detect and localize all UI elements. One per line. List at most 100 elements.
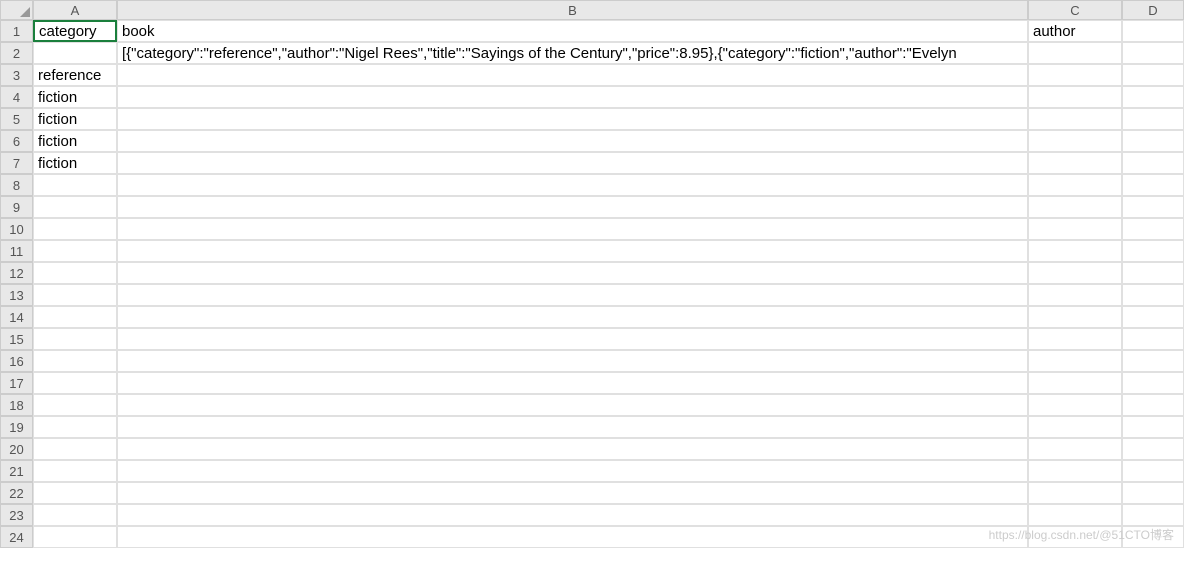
cell-d7[interactable] bbox=[1122, 152, 1184, 174]
cell-c16[interactable] bbox=[1028, 350, 1122, 372]
cell-a6[interactable]: fiction bbox=[33, 130, 117, 152]
cell-b3[interactable] bbox=[117, 64, 1028, 86]
cell-c7[interactable] bbox=[1028, 152, 1122, 174]
cell-c22[interactable] bbox=[1028, 482, 1122, 504]
cell-b2[interactable]: [{"category":"reference","author":"Nigel… bbox=[117, 42, 1028, 64]
cell-d2[interactable] bbox=[1122, 42, 1184, 64]
cell-d8[interactable] bbox=[1122, 174, 1184, 196]
cell-d4[interactable] bbox=[1122, 86, 1184, 108]
row-header-16[interactable]: 16 bbox=[0, 350, 33, 372]
cell-d3[interactable] bbox=[1122, 64, 1184, 86]
cell-b15[interactable] bbox=[117, 328, 1028, 350]
cell-b1[interactable]: book bbox=[117, 20, 1028, 42]
cell-c12[interactable] bbox=[1028, 262, 1122, 284]
cell-b16[interactable] bbox=[117, 350, 1028, 372]
cell-a2[interactable] bbox=[33, 42, 117, 64]
cell-a3[interactable]: reference bbox=[33, 64, 117, 86]
row-header-24[interactable]: 24 bbox=[0, 526, 33, 548]
cell-d5[interactable] bbox=[1122, 108, 1184, 130]
cell-d10[interactable] bbox=[1122, 218, 1184, 240]
cell-c24[interactable] bbox=[1028, 526, 1122, 548]
cell-b9[interactable] bbox=[117, 196, 1028, 218]
cell-d12[interactable] bbox=[1122, 262, 1184, 284]
cell-c21[interactable] bbox=[1028, 460, 1122, 482]
select-all-corner[interactable] bbox=[0, 0, 33, 20]
cell-c3[interactable] bbox=[1028, 64, 1122, 86]
cell-c8[interactable] bbox=[1028, 174, 1122, 196]
row-header-2[interactable]: 2 bbox=[0, 42, 33, 64]
cell-c2[interactable] bbox=[1028, 42, 1122, 64]
cell-a10[interactable] bbox=[33, 218, 117, 240]
cell-a16[interactable] bbox=[33, 350, 117, 372]
cell-a13[interactable] bbox=[33, 284, 117, 306]
cell-b20[interactable] bbox=[117, 438, 1028, 460]
row-header-4[interactable]: 4 bbox=[0, 86, 33, 108]
cell-c1[interactable]: author bbox=[1028, 20, 1122, 42]
row-header-11[interactable]: 11 bbox=[0, 240, 33, 262]
cell-d14[interactable] bbox=[1122, 306, 1184, 328]
cell-b24[interactable] bbox=[117, 526, 1028, 548]
column-header-d[interactable]: D bbox=[1122, 0, 1184, 20]
cell-a1[interactable]: category bbox=[33, 20, 117, 42]
cell-b8[interactable] bbox=[117, 174, 1028, 196]
cell-a18[interactable] bbox=[33, 394, 117, 416]
cell-a9[interactable] bbox=[33, 196, 117, 218]
cell-d1[interactable] bbox=[1122, 20, 1184, 42]
row-header-5[interactable]: 5 bbox=[0, 108, 33, 130]
row-header-6[interactable]: 6 bbox=[0, 130, 33, 152]
cell-a21[interactable] bbox=[33, 460, 117, 482]
cell-d18[interactable] bbox=[1122, 394, 1184, 416]
cell-b6[interactable] bbox=[117, 130, 1028, 152]
cell-c19[interactable] bbox=[1028, 416, 1122, 438]
row-header-3[interactable]: 3 bbox=[0, 64, 33, 86]
cell-a8[interactable] bbox=[33, 174, 117, 196]
cell-b18[interactable] bbox=[117, 394, 1028, 416]
cell-b21[interactable] bbox=[117, 460, 1028, 482]
cell-d22[interactable] bbox=[1122, 482, 1184, 504]
cell-d19[interactable] bbox=[1122, 416, 1184, 438]
column-header-a[interactable]: A bbox=[33, 0, 117, 20]
cell-d11[interactable] bbox=[1122, 240, 1184, 262]
cell-d24[interactable] bbox=[1122, 526, 1184, 548]
row-header-13[interactable]: 13 bbox=[0, 284, 33, 306]
cell-a14[interactable] bbox=[33, 306, 117, 328]
row-header-1[interactable]: 1 bbox=[0, 20, 33, 42]
row-header-14[interactable]: 14 bbox=[0, 306, 33, 328]
cell-c5[interactable] bbox=[1028, 108, 1122, 130]
row-header-8[interactable]: 8 bbox=[0, 174, 33, 196]
cell-b22[interactable] bbox=[117, 482, 1028, 504]
row-header-18[interactable]: 18 bbox=[0, 394, 33, 416]
cell-b19[interactable] bbox=[117, 416, 1028, 438]
column-header-c[interactable]: C bbox=[1028, 0, 1122, 20]
cell-b13[interactable] bbox=[117, 284, 1028, 306]
cell-d21[interactable] bbox=[1122, 460, 1184, 482]
cell-c11[interactable] bbox=[1028, 240, 1122, 262]
cell-a11[interactable] bbox=[33, 240, 117, 262]
cell-d13[interactable] bbox=[1122, 284, 1184, 306]
cell-a20[interactable] bbox=[33, 438, 117, 460]
cell-c23[interactable] bbox=[1028, 504, 1122, 526]
cell-b17[interactable] bbox=[117, 372, 1028, 394]
cell-c18[interactable] bbox=[1028, 394, 1122, 416]
cell-b14[interactable] bbox=[117, 306, 1028, 328]
cell-c4[interactable] bbox=[1028, 86, 1122, 108]
cell-c20[interactable] bbox=[1028, 438, 1122, 460]
row-header-21[interactable]: 21 bbox=[0, 460, 33, 482]
row-header-17[interactable]: 17 bbox=[0, 372, 33, 394]
cell-c13[interactable] bbox=[1028, 284, 1122, 306]
cell-d9[interactable] bbox=[1122, 196, 1184, 218]
cell-b7[interactable] bbox=[117, 152, 1028, 174]
cell-b4[interactable] bbox=[117, 86, 1028, 108]
row-header-20[interactable]: 20 bbox=[0, 438, 33, 460]
cell-b11[interactable] bbox=[117, 240, 1028, 262]
cell-c6[interactable] bbox=[1028, 130, 1122, 152]
cell-a23[interactable] bbox=[33, 504, 117, 526]
cell-c14[interactable] bbox=[1028, 306, 1122, 328]
cell-d15[interactable] bbox=[1122, 328, 1184, 350]
cell-a17[interactable] bbox=[33, 372, 117, 394]
cell-a22[interactable] bbox=[33, 482, 117, 504]
cell-b5[interactable] bbox=[117, 108, 1028, 130]
cell-c10[interactable] bbox=[1028, 218, 1122, 240]
cell-b23[interactable] bbox=[117, 504, 1028, 526]
cell-a24[interactable] bbox=[33, 526, 117, 548]
